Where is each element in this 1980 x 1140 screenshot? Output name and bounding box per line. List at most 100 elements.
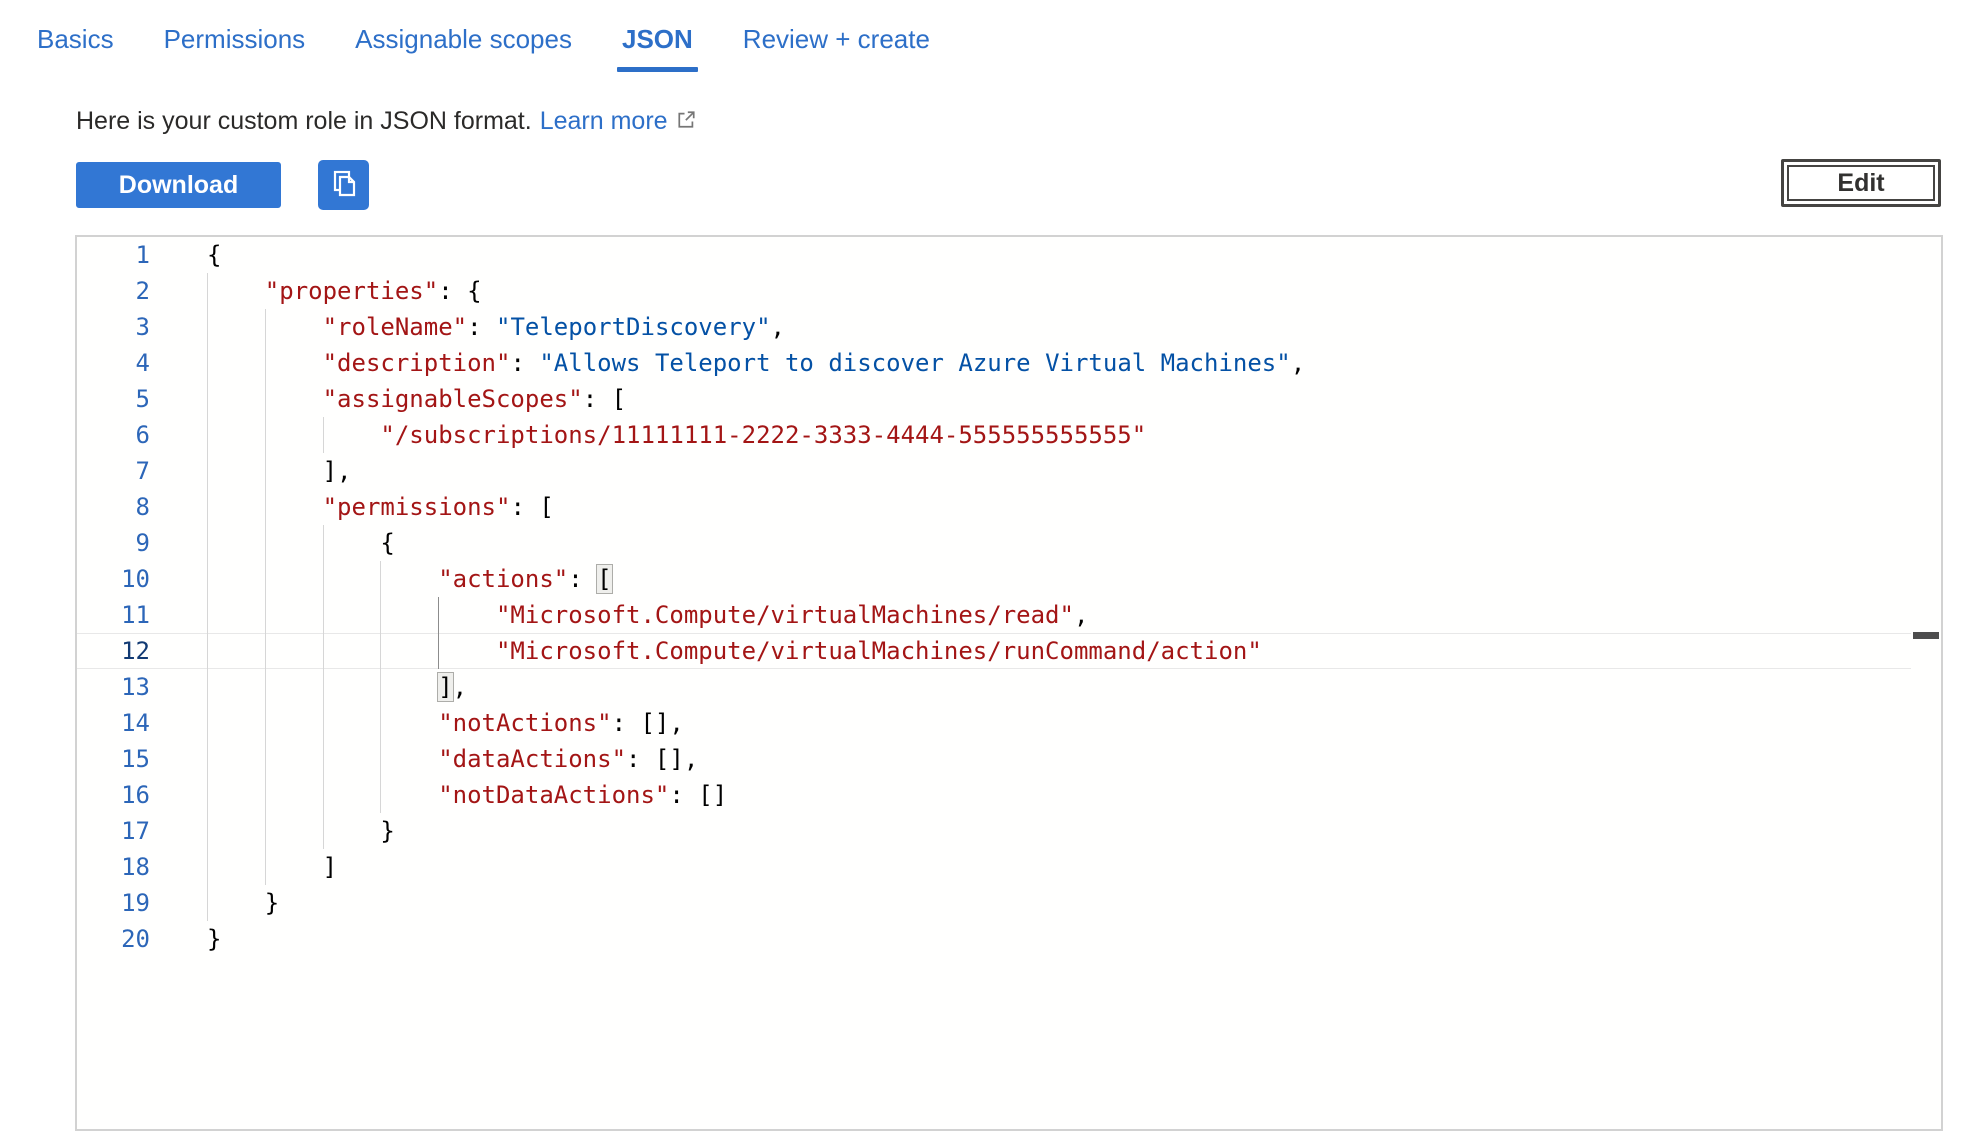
copy-button[interactable] [318,160,369,210]
indent-guide [265,489,266,525]
indent-guide [265,309,266,345]
line-content: "Microsoft.Compute/virtualMachines/read"… [150,597,1941,633]
line-number: 4 [77,345,150,381]
indent-guide [380,597,381,633]
json-editor[interactable]: 1{2 "properties": {3 "roleName": "Telepo… [75,235,1943,1131]
indent-guide [265,813,266,849]
code-line-13[interactable]: 13 ], [77,669,1941,705]
line-number: 6 [77,417,150,453]
indent-guide [265,705,266,741]
page-description: Here is your custom role in JSON format. [76,107,532,136]
indent-guide [207,633,208,669]
tab-permissions[interactable]: Permissions [164,24,306,55]
indent-guide [323,741,324,777]
indent-guide [265,345,266,381]
indent-guide [265,741,266,777]
indent-guide [207,741,208,777]
line-content: "actions": [ [150,561,1941,597]
tab-basics[interactable]: Basics [37,24,114,55]
active-indent-guide [438,633,439,669]
line-content: ], [150,453,1941,489]
line-content: "dataActions": [], [150,741,1941,777]
line-number: 10 [77,561,150,597]
indent-guide [265,849,266,885]
indent-guide [323,597,324,633]
code-line-7[interactable]: 7 ], [77,453,1941,489]
indent-guide [265,777,266,813]
code-line-4[interactable]: 4 "description": "Allows Teleport to dis… [77,345,1941,381]
code-line-12[interactable]: 12 "Microsoft.Compute/virtualMachines/ru… [77,633,1911,669]
line-content: } [150,921,1941,957]
indent-guide [323,561,324,597]
code-line-14[interactable]: 14 "notActions": [], [77,705,1941,741]
line-content: "notActions": [], [150,705,1941,741]
line-number: 15 [77,741,150,777]
code-line-18[interactable]: 18 ] [77,849,1941,885]
indent-guide [323,669,324,705]
active-indent-guide [438,597,439,633]
code-line-10[interactable]: 10 "actions": [ [77,561,1941,597]
code-line-6[interactable]: 6 "/subscriptions/11111111-2222-3333-444… [77,417,1941,453]
tab-assignable-scopes[interactable]: Assignable scopes [355,24,572,55]
code-line-20[interactable]: 20} [77,921,1941,957]
line-content: "permissions": [ [150,489,1941,525]
code-line-8[interactable]: 8 "permissions": [ [77,489,1941,525]
code-line-16[interactable]: 16 "notDataActions": [] [77,777,1941,813]
line-number: 2 [77,273,150,309]
line-number: 9 [77,525,150,561]
indent-guide [265,417,266,453]
indent-guide [207,453,208,489]
indent-guide [323,525,324,561]
line-content: ], [150,669,1941,705]
indent-guide [265,525,266,561]
indent-guide [207,345,208,381]
indent-guide [207,273,208,309]
line-number: 8 [77,489,150,525]
indent-guide [265,633,266,669]
learn-more-link[interactable]: Learn more [540,107,668,136]
indent-guide [207,597,208,633]
code-line-11[interactable]: 11 "Microsoft.Compute/virtualMachines/re… [77,597,1941,633]
indent-guide [207,777,208,813]
page-subtitle: Here is your custom role in JSON format.… [76,106,697,137]
code-line-15[interactable]: 15 "dataActions": [], [77,741,1941,777]
line-content: "roleName": "TeleportDiscovery", [150,309,1941,345]
line-number: 3 [77,309,150,345]
download-button[interactable]: Download [76,162,281,208]
line-number: 11 [77,597,150,633]
line-content: "notDataActions": [] [150,777,1941,813]
line-content: { [150,237,1941,273]
code-line-19[interactable]: 19 } [77,885,1941,921]
code-line-17[interactable]: 17 } [77,813,1941,849]
line-content: "description": "Allows Teleport to disco… [150,345,1941,381]
indent-guide [207,381,208,417]
code-lines: 1{2 "properties": {3 "roleName": "Telepo… [77,237,1941,957]
indent-guide [207,561,208,597]
code-line-2[interactable]: 2 "properties": { [77,273,1941,309]
indent-guide [323,633,324,669]
indent-guide [380,633,381,669]
external-link-icon [676,108,697,137]
indent-guide [207,705,208,741]
line-number: 19 [77,885,150,921]
indent-guide [323,777,324,813]
edit-button[interactable]: Edit [1781,159,1941,207]
line-content: } [150,885,1941,921]
code-line-9[interactable]: 9 { [77,525,1941,561]
line-number: 20 [77,921,150,957]
line-number: 14 [77,705,150,741]
indent-guide [380,741,381,777]
indent-guide [207,525,208,561]
line-number: 7 [77,453,150,489]
indent-guide [207,309,208,345]
indent-guide [323,813,324,849]
indent-guide [265,381,266,417]
indent-guide [207,849,208,885]
line-content: "/subscriptions/11111111-2222-3333-4444-… [150,417,1941,453]
line-content: "assignableScopes": [ [150,381,1941,417]
code-line-1[interactable]: 1{ [77,237,1941,273]
code-line-5[interactable]: 5 "assignableScopes": [ [77,381,1941,417]
code-line-3[interactable]: 3 "roleName": "TeleportDiscovery", [77,309,1941,345]
tab-json[interactable]: JSON [622,24,693,72]
tab-review-create[interactable]: Review + create [743,24,930,55]
